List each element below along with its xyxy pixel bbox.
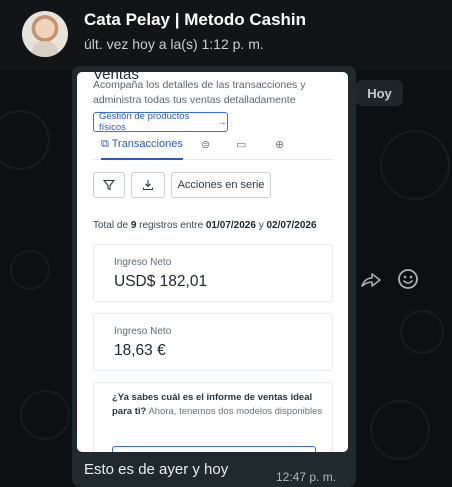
physical-products-label: Gestión de productos físicos [99, 111, 190, 133]
filter-button [93, 172, 125, 198]
last-seen-status: últ. vez hoy a la(s) 1:12 p. m. [84, 36, 264, 52]
bulk-actions-button: Acciones en serie [171, 172, 271, 198]
download-button [131, 172, 165, 198]
physical-products-button: Gestión de productos físicos → [93, 111, 228, 133]
dollar-icon: ⊜ [201, 139, 211, 151]
summary-conjunction: y [258, 220, 264, 231]
filter-icon [103, 179, 115, 191]
promo-rest: Ahora, tenemos dos modelos disponibles [148, 406, 323, 417]
summary-end-date: 02/07/2026 [266, 220, 317, 231]
globe-icon: ⊕ [275, 139, 285, 151]
metric-card-eur: Ingreso Neto 18,63 € [93, 313, 333, 371]
card-icon: ▭ [236, 139, 247, 151]
report-promo-card: ¿Ya sabes cuál es el informe de ventas i… [93, 382, 333, 452]
chat-header[interactable]: Cata Pelay | Metodo Cashin últ. vez hoy … [0, 0, 452, 70]
summary-start-date: 01/07/2026 [205, 220, 256, 231]
message-caption: Esto es de ayer y hoy [84, 461, 229, 478]
download-icon [142, 180, 154, 191]
metric-label: Ingreso Neto [114, 326, 172, 337]
records-summary: Total de 9 registros entre 01/07/2026 y … [93, 220, 343, 231]
tab-transactions-label: Transacciones [111, 138, 183, 150]
summary-count: 9 [130, 220, 137, 231]
promo-option-box [112, 446, 316, 452]
tab-transactions: ⧉ Transacciones [101, 138, 183, 160]
arrow-right-icon: → [217, 116, 227, 128]
copy-icon: ⧉ [101, 138, 109, 150]
forward-icon[interactable] [360, 268, 384, 292]
sales-tabs: ⧉ Transacciones ⊜ ▭ ⊕ [93, 134, 333, 160]
metric-value: 18,63 € [114, 342, 166, 359]
message-time: 12:47 p. m. [276, 470, 337, 484]
sales-description: Acompaña los detalles de las transaccion… [93, 79, 306, 106]
contact-avatar[interactable] [22, 11, 68, 57]
summary-prefix: Total de [93, 220, 129, 231]
shared-screenshot-image[interactable]: Ventas Acompaña los detalles de las tran… [77, 72, 348, 452]
metric-value: USD$ 182,01 [114, 273, 208, 290]
metric-label: Ingreso Neto [114, 257, 172, 268]
contact-name[interactable]: Cata Pelay | Metodo Cashin [84, 10, 306, 30]
promo-text: ¿Ya sabes cuál es el informe de ventas i… [112, 391, 324, 419]
date-chip: Hoy [356, 80, 403, 106]
emoji-reaction-icon[interactable] [396, 267, 420, 291]
summary-middle: registros entre [139, 220, 204, 231]
metric-card-usd: Ingreso Neto USD$ 182,01 [93, 244, 333, 302]
